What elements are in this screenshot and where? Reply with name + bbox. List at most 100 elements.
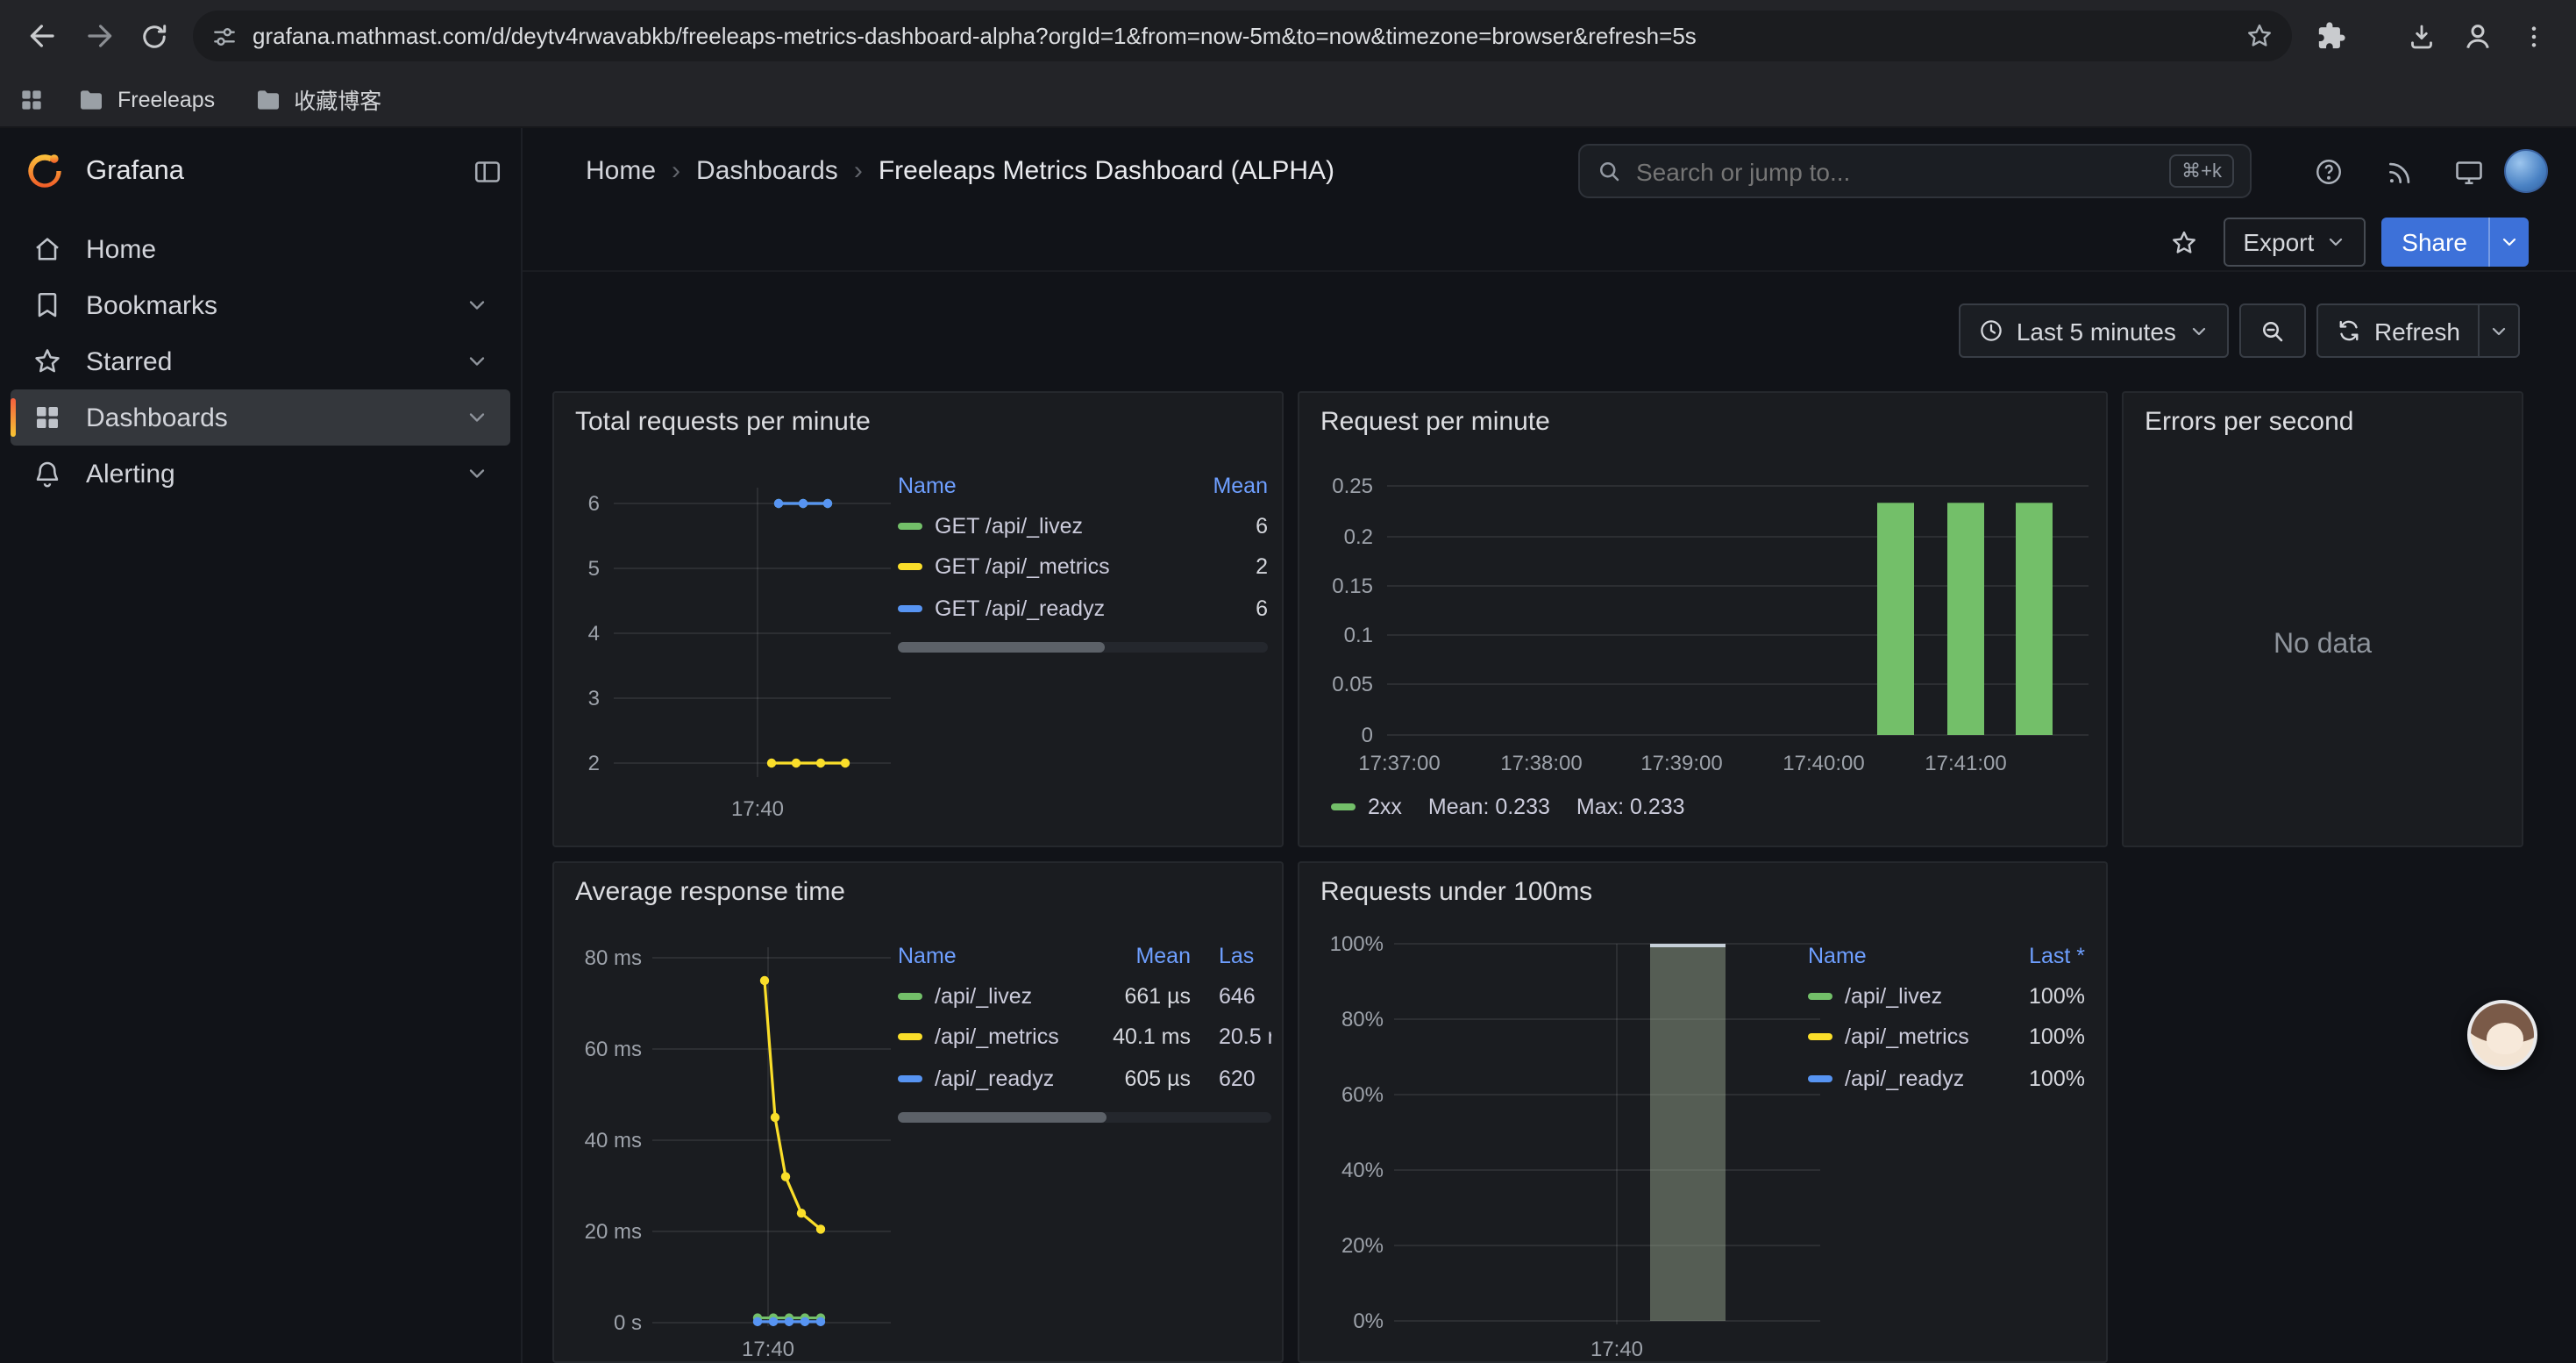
url-text[interactable]: grafana.mathmast.com/d/deytv4rwavabkb/fr… [253,23,2231,49]
sidebar-item-starred[interactable]: Starred [11,333,510,389]
news-rss-icon[interactable] [2371,144,2427,200]
series-swatch[interactable] [898,1075,922,1082]
series-name[interactable]: GET /api/_livez [935,514,1083,539]
search-input[interactable] [1636,157,2155,185]
share-button[interactable]: Share [2380,218,2529,267]
bar[interactable] [2016,503,2053,735]
data-point[interactable] [781,1172,790,1181]
share-label[interactable]: Share [2380,218,2488,267]
chevron-down-icon[interactable] [465,405,489,430]
data-point[interactable] [816,759,825,767]
legend-scrollbar-thumb[interactable] [898,641,1105,652]
legend-series[interactable]: 2xx [1331,795,1402,819]
series-name[interactable]: /api/_livez [935,984,1032,1009]
data-point[interactable] [816,1224,825,1233]
series-swatch[interactable] [898,1034,922,1041]
legend-scrollbar[interactable] [898,1111,1271,1122]
panel-title[interactable]: Total requests per minute [575,407,871,437]
legend-header-last[interactable]: Last * [1994,944,2085,968]
sidebar-item-alerting[interactable]: Alerting [11,446,510,502]
sidebar-item-home[interactable]: Home [11,221,510,277]
bookmark-freeleaps[interactable]: Freeleaps [70,85,222,113]
floating-avatar[interactable] [2467,1000,2537,1070]
zoom-out-button[interactable] [2239,303,2306,358]
data-point[interactable] [767,759,776,767]
share-menu-caret[interactable] [2488,218,2529,267]
series-name[interactable]: /api/_readyz [935,1067,1054,1091]
bookmark-star-icon[interactable] [2245,21,2274,51]
data-point[interactable] [841,759,850,767]
bar[interactable] [1650,944,1726,1321]
legend-header-name[interactable]: Name [898,474,1180,498]
panel-title[interactable]: Errors per second [2145,407,2353,437]
browser-profile-avatar[interactable] [2450,8,2506,64]
data-point[interactable] [797,1209,806,1217]
series-name[interactable]: GET /api/_metrics [935,555,1110,580]
series-name[interactable]: /api/_livez [1845,984,1942,1009]
sidebar-item-bookmarks[interactable]: Bookmarks [11,277,510,333]
panel-title[interactable]: Requests under 100ms [1320,877,1592,907]
chevron-down-icon[interactable] [465,349,489,374]
data-point[interactable] [760,976,769,985]
sidebar-item-dashboards[interactable]: Dashboards [11,389,510,446]
data-point[interactable] [823,499,832,508]
bar[interactable] [1947,503,1984,735]
data-point[interactable] [785,1317,793,1326]
data-point[interactable] [799,499,808,508]
panel-title[interactable]: Request per minute [1320,407,1550,437]
data-point[interactable] [774,499,783,508]
series-name[interactable]: GET /api/_readyz [935,596,1105,621]
series-swatch[interactable] [1808,993,1832,1000]
search-box[interactable]: ⌘+k [1578,144,2252,198]
series-swatch[interactable] [898,523,922,530]
series-swatch[interactable] [1808,1034,1832,1041]
grafana-logo[interactable] [23,149,67,193]
bar[interactable] [1877,503,1914,735]
data-point[interactable] [816,1317,825,1326]
chevron-down-icon[interactable] [465,293,489,318]
reload-button[interactable] [126,8,182,64]
site-settings-icon[interactable] [210,22,238,50]
breadcrumb-home[interactable]: Home [586,156,656,186]
series-name[interactable]: /api/_readyz [1845,1067,1964,1091]
sidebar-collapse-icon[interactable] [472,155,503,187]
legend-header-last[interactable]: Las [1191,944,1271,968]
favorite-star-icon[interactable] [2159,218,2208,267]
bookmark-favorite-blogs[interactable]: 收藏博客 [246,82,388,116]
panel-title[interactable]: Average response time [575,877,845,907]
series-swatch[interactable] [898,605,922,612]
series-name[interactable]: /api/_metrics [935,1025,1059,1050]
apps-grid-icon[interactable] [18,85,46,113]
forward-button[interactable] [70,8,126,64]
data-point[interactable] [769,1317,778,1326]
data-point[interactable] [801,1317,809,1326]
export-button[interactable]: Export [2224,218,2365,267]
series-swatch[interactable] [898,564,922,571]
legend-header-name[interactable]: Name [898,944,1078,968]
downloads-icon[interactable] [2394,8,2450,64]
chevron-down-icon[interactable] [465,461,489,486]
data-point[interactable] [753,1317,762,1326]
series-line[interactable] [765,981,821,1229]
breadcrumb-dashboards[interactable]: Dashboards [696,156,838,186]
back-button[interactable] [14,8,70,64]
series-swatch[interactable] [1808,1075,1832,1082]
data-point[interactable] [771,1113,779,1122]
display-icon[interactable] [2441,144,2497,200]
legend-header-mean[interactable]: Mean [1180,474,1268,498]
legend-scrollbar[interactable] [898,641,1268,652]
refresh-interval-caret[interactable] [2478,305,2518,356]
series-name[interactable]: /api/_metrics [1845,1025,1969,1050]
legend-header-mean[interactable]: Mean [1078,944,1191,968]
help-icon[interactable] [2301,144,2357,200]
legend-header-name[interactable]: Name [1808,944,1994,968]
time-range-picker[interactable]: Last 5 minutes [1959,303,2229,358]
user-avatar[interactable] [2504,149,2548,193]
extensions-icon[interactable] [2302,8,2359,64]
address-bar[interactable]: grafana.mathmast.com/d/deytv4rwavabkb/fr… [193,11,2292,61]
refresh-button[interactable]: Refresh [2316,303,2520,358]
data-point[interactable] [792,759,801,767]
series-swatch[interactable] [898,993,922,1000]
legend-scrollbar-thumb[interactable] [898,1111,1107,1122]
browser-menu-icon[interactable] [2506,8,2562,64]
